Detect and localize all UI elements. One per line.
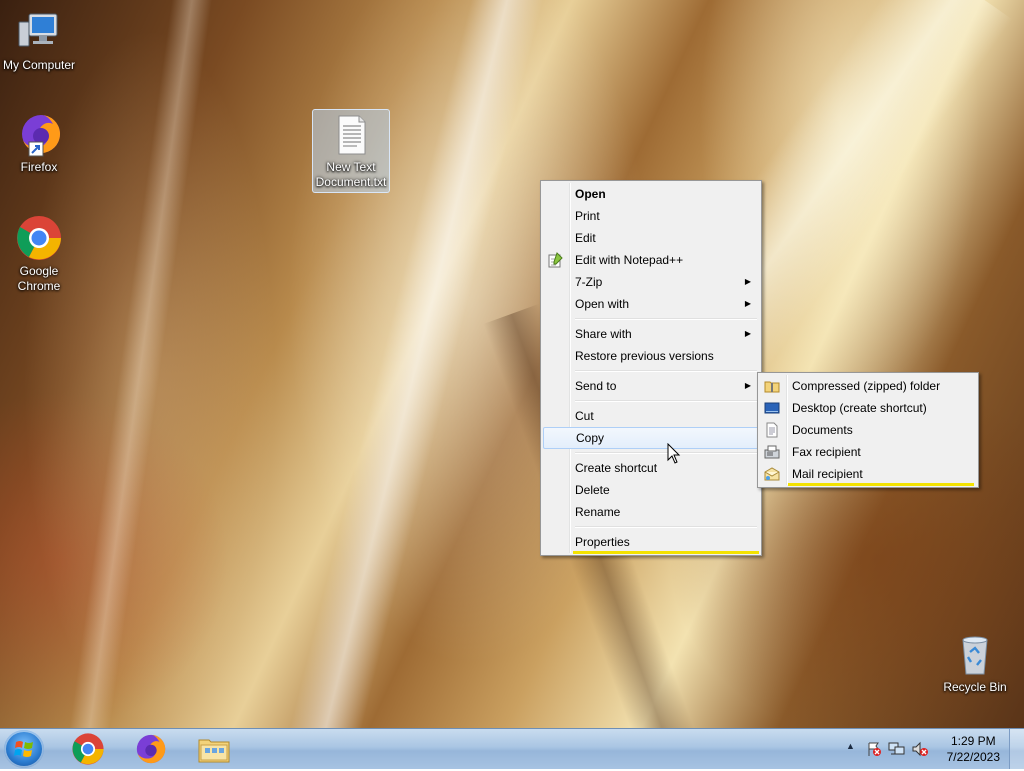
desktop-icon-firefox[interactable]: Firefox bbox=[1, 110, 77, 175]
clock-time: 1:29 PM bbox=[950, 734, 996, 748]
firefox-icon bbox=[15, 110, 63, 158]
chrome-icon bbox=[15, 214, 63, 262]
menu-item-edit[interactable]: Edit bbox=[543, 227, 759, 249]
action-center-flag-icon[interactable] bbox=[866, 741, 882, 760]
menu-item-label: Print bbox=[575, 209, 600, 223]
highlight-underline bbox=[788, 483, 974, 486]
desktop-icon-google-chrome[interactable]: Google Chrome bbox=[1, 214, 77, 294]
taskbar: ▲ 1:29 PM 7/22/2023 bbox=[0, 728, 1024, 769]
firefox-icon bbox=[136, 734, 166, 764]
submenu-arrow-icon: ▶ bbox=[744, 299, 751, 308]
menu-item-label: Share with bbox=[575, 327, 632, 341]
computer-icon bbox=[15, 8, 63, 56]
submenu-arrow-icon: ▶ bbox=[744, 277, 751, 286]
desktop-icon bbox=[764, 400, 780, 416]
menu-item-send-to[interactable]: Send to ▶ bbox=[543, 375, 759, 397]
taskbar-file-explorer-button[interactable] bbox=[190, 731, 238, 767]
send-to-submenu: Compressed (zipped) folder Desktop (crea… bbox=[757, 372, 979, 488]
menu-item-label: Rename bbox=[575, 505, 621, 519]
taskbar-chrome-button[interactable] bbox=[64, 731, 112, 767]
clock-date: 7/22/2023 bbox=[946, 750, 1000, 764]
fax-icon bbox=[764, 444, 780, 460]
desktop-icon-label: Google Chrome bbox=[17, 264, 61, 293]
menu-separator bbox=[575, 318, 757, 320]
highlight-underline bbox=[573, 551, 759, 554]
menu-item-label: Restore previous versions bbox=[575, 349, 714, 363]
submenu-arrow-icon: ▶ bbox=[744, 381, 751, 390]
submenu-arrow-icon: ▶ bbox=[744, 329, 751, 338]
desktop-icon-label: Recycle Bin bbox=[943, 680, 1007, 694]
network-icon[interactable] bbox=[888, 741, 906, 760]
show-hidden-icons-chevron[interactable]: ▲ bbox=[846, 741, 855, 751]
menu-item-restore-previous-versions[interactable]: Restore previous versions bbox=[543, 345, 759, 367]
desktop-icon-my-computer[interactable]: My Computer bbox=[1, 8, 77, 73]
menu-item-label: 7-Zip bbox=[575, 275, 603, 289]
show-desktop-button[interactable] bbox=[1009, 729, 1024, 769]
desktop-icon-label: My Computer bbox=[2, 58, 76, 72]
menu-item-properties[interactable]: Properties bbox=[543, 531, 759, 553]
menu-item-create-shortcut[interactable]: Create shortcut bbox=[543, 457, 759, 479]
system-tray: ▲ 1:29 PM 7/22/2023 bbox=[834, 729, 1024, 769]
desktop-icon-new-text-document[interactable]: New Text Document.txt bbox=[312, 109, 390, 193]
menu-item-label: Properties bbox=[575, 535, 630, 549]
menu-separator bbox=[575, 526, 757, 528]
recycle-bin-icon bbox=[951, 630, 999, 678]
menu-item-label: Open bbox=[575, 187, 606, 201]
menu-item-label: Copy bbox=[576, 431, 605, 445]
menu-item-delete[interactable]: Delete bbox=[543, 479, 759, 501]
menu-item-open-with[interactable]: Open with ▶ bbox=[543, 293, 759, 315]
menu-item-label: Fax recipient bbox=[792, 445, 861, 459]
desktop-icon-label: New Text Document.txt bbox=[315, 160, 387, 189]
documents-icon bbox=[764, 422, 780, 438]
menu-item-label: Open with bbox=[575, 297, 630, 311]
send-to-desktop[interactable]: Desktop (create shortcut) bbox=[760, 397, 976, 419]
menu-item-print[interactable]: Print bbox=[543, 205, 759, 227]
mail-icon bbox=[764, 466, 780, 482]
clock[interactable]: 1:29 PM 7/22/2023 bbox=[947, 733, 1000, 765]
start-button[interactable] bbox=[4, 730, 44, 768]
menu-separator bbox=[575, 452, 757, 454]
start-orb-icon bbox=[14, 741, 33, 757]
menu-item-open[interactable]: Open bbox=[543, 183, 759, 205]
desktop-icon-recycle-bin[interactable]: Recycle Bin bbox=[937, 630, 1013, 695]
chrome-icon bbox=[72, 733, 104, 765]
file-explorer-icon bbox=[198, 739, 230, 763]
menu-item-label: Compressed (zipped) folder bbox=[792, 379, 941, 393]
menu-item-edit-with-notepad-plus-plus[interactable]: Edit with Notepad++ bbox=[543, 249, 759, 271]
menu-item-label: Mail recipient bbox=[792, 467, 863, 481]
text-file-icon bbox=[327, 110, 375, 158]
menu-item-label: Create shortcut bbox=[575, 461, 658, 475]
volume-muted-icon[interactable] bbox=[911, 741, 929, 760]
send-to-documents[interactable]: Documents bbox=[760, 419, 976, 441]
menu-separator bbox=[575, 400, 757, 402]
menu-separator bbox=[575, 370, 757, 372]
menu-item-label: Send to bbox=[575, 379, 617, 393]
menu-item-label: Cut bbox=[575, 409, 594, 423]
menu-item-label: Documents bbox=[792, 423, 853, 437]
zip-folder-icon bbox=[764, 378, 780, 394]
menu-item-label: Edit bbox=[575, 231, 596, 245]
desktop[interactable]: My Computer Firefox Google Chrome New Te… bbox=[0, 0, 1024, 728]
send-to-compressed-folder[interactable]: Compressed (zipped) folder bbox=[760, 375, 976, 397]
menu-item-copy[interactable]: Copy bbox=[543, 427, 759, 449]
menu-item-cut[interactable]: Cut bbox=[543, 405, 759, 427]
menu-item-label: Edit with Notepad++ bbox=[575, 253, 684, 267]
mouse-cursor-icon bbox=[667, 442, 681, 468]
menu-item-label: Delete bbox=[575, 483, 610, 497]
menu-item-7-zip[interactable]: 7-Zip ▶ bbox=[543, 271, 759, 293]
send-to-fax-recipient[interactable]: Fax recipient bbox=[760, 441, 976, 463]
menu-item-share-with[interactable]: Share with ▶ bbox=[543, 323, 759, 345]
menu-item-label: Desktop (create shortcut) bbox=[792, 401, 927, 415]
menu-item-rename[interactable]: Rename bbox=[543, 501, 759, 523]
context-menu: Open Print Edit Edit with Notepad++ 7-Zi… bbox=[540, 180, 762, 556]
desktop-icon-label: Firefox bbox=[20, 160, 58, 174]
taskbar-firefox-button[interactable] bbox=[127, 731, 175, 767]
send-to-mail-recipient[interactable]: Mail recipient bbox=[760, 463, 976, 485]
notepad-plus-plus-icon bbox=[547, 252, 563, 268]
